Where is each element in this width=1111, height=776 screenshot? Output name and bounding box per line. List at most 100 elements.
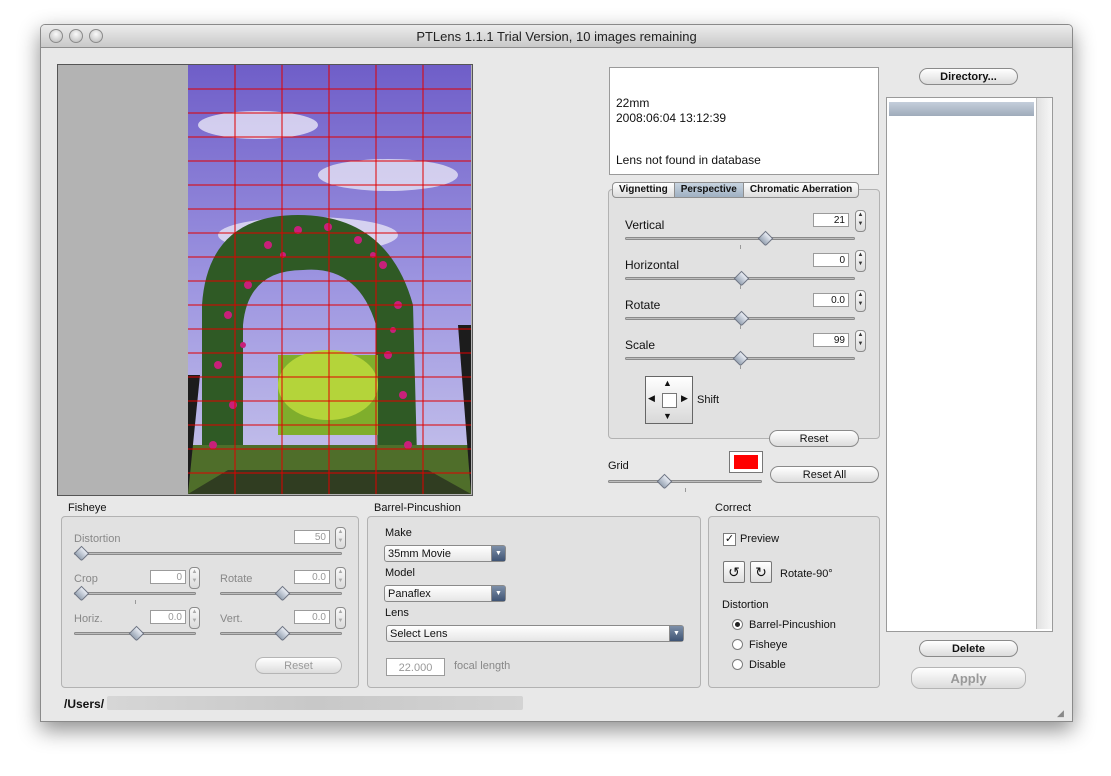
horizontal-stepper[interactable]: ▲ ▼ [855, 250, 866, 272]
fisheye-crop-field[interactable]: 0 [150, 570, 186, 584]
grid-slider[interactable] [608, 480, 762, 483]
lens-popup-value: Select Lens [390, 628, 448, 640]
grid-slider-tick [685, 488, 686, 492]
rotate-ccw-icon[interactable]: ↺ [723, 561, 745, 583]
apply-button[interactable]: Apply [911, 667, 1026, 689]
title-bar: PTLens 1.1.1 Trial Version, 10 images re… [41, 25, 1072, 48]
radio-barrel-pincushion[interactable] [732, 619, 743, 630]
fisheye-horiz-knob[interactable] [128, 625, 145, 642]
image-info-box: 22mm 2008:06:04 13:12:39 Lens not found … [609, 67, 879, 175]
make-popup[interactable]: 35mm Movie ▼ [384, 545, 506, 562]
preview-image-graphic [188, 65, 471, 494]
rotate-value-field[interactable]: 0.0 [813, 293, 849, 307]
resize-grip-icon[interactable]: ◢ [1057, 708, 1068, 719]
fisheye-rotate-field[interactable]: 0.0 [294, 570, 330, 584]
fisheye-horiz-label: Horiz. [74, 613, 103, 625]
directory-button[interactable]: Directory... [919, 68, 1018, 85]
fisheye-distortion-knob[interactable] [73, 545, 90, 562]
focal-length-info: 22mm [616, 96, 650, 110]
tab-perspective[interactable]: Perspective [674, 183, 744, 197]
scale-stepper[interactable]: ▲ ▼ [855, 330, 866, 352]
fisheye-distortion-stepper[interactable]: ▲ ▼ [335, 527, 346, 549]
model-popup-arrow-icon: ▼ [491, 586, 505, 601]
rotate-90-label: Rotate-90° [780, 568, 833, 580]
fisheye-horiz-field[interactable]: 0.0 [150, 610, 186, 624]
fisheye-vert-field[interactable]: 0.0 [294, 610, 330, 624]
lens-status-info: Lens not found in database [616, 153, 761, 167]
shift-center-icon[interactable] [662, 393, 677, 408]
horizontal-label: Horizontal [625, 258, 680, 272]
minimize-window-button[interactable] [69, 29, 83, 43]
scale-slider-tick [740, 365, 741, 369]
shift-label: Shift [697, 394, 720, 406]
barrel-panel: Make 35mm Movie ▼ Model Panaflex ▼ Lens … [367, 516, 701, 688]
scale-slider-knob[interactable] [732, 350, 749, 367]
lens-popup-arrow-icon: ▼ [669, 626, 683, 641]
file-list-scrollbar[interactable] [1036, 98, 1052, 629]
perspective-panel: Vertical 21 ▲ ▼ Horizontal 0 ▲ ▼ Rotate 0.… [608, 189, 880, 447]
scale-label: Scale [625, 338, 656, 352]
fisheye-crop-stepper[interactable]: ▲ ▼ [189, 567, 200, 589]
image-preview[interactable] [57, 64, 473, 496]
correct-panel: ✓ Preview ↺ ↻ Rotate-90° Distortion Barr… [708, 516, 880, 688]
shift-down-icon[interactable]: ▼ [663, 411, 672, 421]
correct-section-title: Correct [715, 502, 752, 514]
rotate-label: Rotate [625, 298, 661, 312]
shift-pad[interactable]: ▲ ▼ ◀ ▶ [645, 376, 693, 424]
fisheye-vert-stepper[interactable]: ▲ ▼ [335, 607, 346, 629]
fisheye-crop-label: Crop [74, 573, 98, 585]
delete-button[interactable]: Delete [919, 640, 1018, 657]
lens-popup[interactable]: Select Lens ▼ [386, 625, 684, 642]
focal-length-field[interactable]: 22.000 [386, 658, 445, 676]
datetime-info: 2008:06:04 13:12:39 [616, 111, 727, 125]
fisheye-rotate-knob[interactable] [274, 585, 291, 602]
fisheye-rotate-label: Rotate [220, 573, 253, 585]
shift-up-icon[interactable]: ▲ [663, 378, 672, 388]
preview-checkbox[interactable]: ✓ [723, 533, 736, 546]
perspective-reset-button[interactable]: Reset [769, 430, 859, 447]
grid-color-fill [734, 455, 758, 469]
file-path: /Users/ [64, 697, 105, 711]
file-list[interactable] [886, 97, 1053, 632]
horizontal-slider-knob[interactable] [733, 270, 750, 287]
rotate-cw-icon[interactable]: ↻ [750, 561, 772, 583]
fisheye-vert-knob[interactable] [274, 625, 291, 642]
fisheye-crop-slider[interactable] [74, 592, 196, 595]
grid-color-swatch[interactable] [729, 451, 763, 473]
rotate-stepper[interactable]: ▲ ▼ [855, 290, 866, 312]
fisheye-section-title: Fisheye [68, 502, 107, 514]
file-path-redacted [107, 696, 523, 710]
shift-right-icon[interactable]: ▶ [681, 393, 688, 404]
lens-label: Lens [385, 607, 409, 619]
tab-chromatic-aberration[interactable]: Chromatic Aberration [744, 183, 858, 197]
vertical-stepper[interactable]: ▲ ▼ [855, 210, 866, 232]
tab-vignetting[interactable]: Vignetting [613, 183, 675, 197]
fisheye-rotate-stepper[interactable]: ▲ ▼ [335, 567, 346, 589]
shift-left-icon[interactable]: ◀ [648, 393, 655, 404]
grid-slider-knob[interactable] [656, 473, 673, 490]
scale-value-field[interactable]: 99 [813, 333, 849, 347]
fisheye-crop-knob[interactable] [73, 585, 90, 602]
close-window-button[interactable] [49, 29, 63, 43]
horizontal-value-field[interactable]: 0 [813, 253, 849, 267]
preview-label: Preview [740, 533, 780, 545]
file-list-selected-row[interactable] [889, 102, 1034, 116]
fisheye-horiz-stepper[interactable]: ▲ ▼ [189, 607, 200, 629]
vertical-value-field[interactable]: 21 [813, 213, 849, 227]
fisheye-distortion-field[interactable]: 50 [294, 530, 330, 544]
rotate-slider-knob[interactable] [733, 310, 750, 327]
model-popup[interactable]: Panaflex ▼ [384, 585, 506, 602]
vertical-slider[interactable] [625, 237, 855, 240]
vertical-label: Vertical [625, 218, 665, 232]
fisheye-reset-button[interactable]: Reset [255, 657, 342, 674]
radio-barrel-pincushion-label: Barrel-Pincushion [749, 619, 836, 631]
vertical-slider-knob[interactable] [757, 230, 774, 247]
zoom-window-button[interactable] [89, 29, 103, 43]
reset-all-button[interactable]: Reset All [770, 466, 879, 483]
grid-label: Grid [608, 460, 629, 472]
radio-disable[interactable] [732, 659, 743, 670]
radio-fisheye-label: Fisheye [749, 639, 788, 651]
radio-fisheye[interactable] [732, 639, 743, 650]
fisheye-distortion-slider[interactable] [74, 552, 342, 555]
rotate-slider-tick [740, 325, 741, 329]
